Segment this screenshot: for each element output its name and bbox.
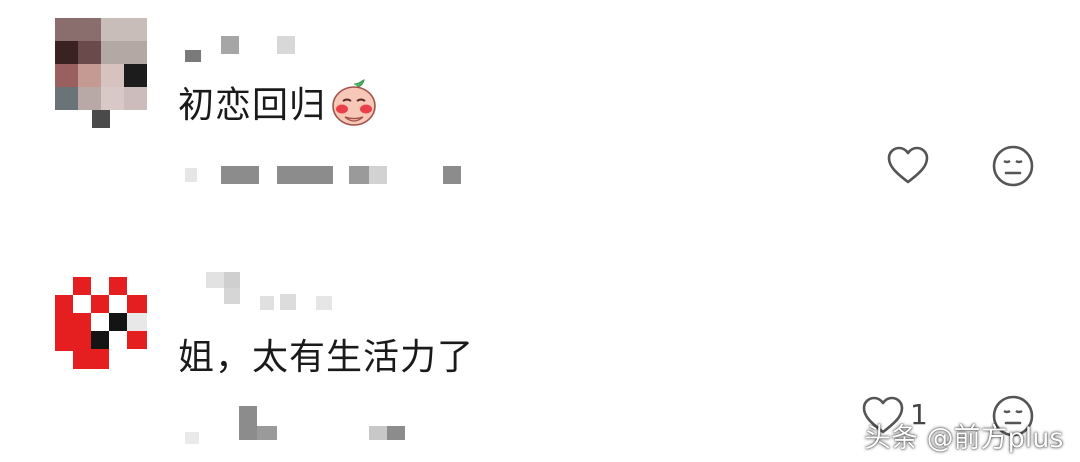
heart-outline-icon[interactable] bbox=[885, 143, 931, 189]
user-avatar-mosaic[interactable] bbox=[55, 18, 147, 128]
timestamp-mosaic bbox=[185, 160, 485, 190]
timestamp-mosaic bbox=[185, 400, 425, 450]
comment-text-content: 初恋回归 bbox=[178, 85, 327, 126]
neutral-face-icon[interactable] bbox=[990, 143, 1036, 189]
username-mosaic[interactable] bbox=[185, 36, 305, 66]
shy-blush-emoji-icon bbox=[332, 79, 376, 126]
username-mosaic[interactable] bbox=[200, 272, 340, 312]
comment-text: 姐，太有生活力了 bbox=[178, 328, 474, 380]
comment-item: 初恋回归 bbox=[0, 0, 1080, 230]
comment-text-content: 姐，太有生活力了 bbox=[178, 337, 475, 378]
source-watermark: 头条 @前方plus bbox=[864, 423, 1064, 454]
user-avatar-mosaic[interactable] bbox=[55, 277, 147, 369]
comment-text: 初恋回归 bbox=[178, 76, 378, 131]
